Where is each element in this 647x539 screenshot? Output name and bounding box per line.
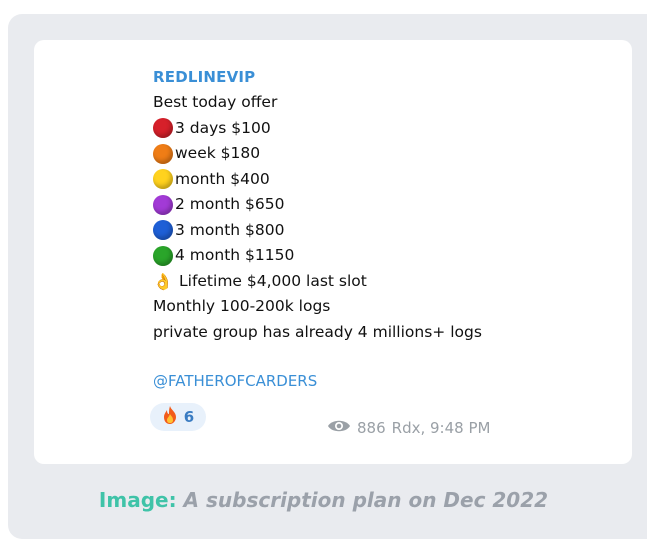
message-meta: 886 Rdx, 9:48 PM [327, 418, 490, 438]
message-body: REDLINEVIP Best today offer 3 days $100 … [153, 66, 613, 394]
yellow-circle-icon [153, 169, 173, 190]
message-line-lifetime: 👌 Lifetime $4,000 last slot [153, 269, 613, 295]
eye-icon [327, 418, 351, 438]
message-line-week: week $180 [153, 141, 613, 167]
caption-text: A subscription plan on Dec 2022 [183, 488, 549, 512]
line-text: 2 month $650 [175, 195, 285, 213]
fire-icon [162, 406, 178, 428]
line-text: 3 month $800 [175, 220, 285, 239]
message-line-3month: 3 month $800 [153, 218, 613, 244]
blue-circle-icon [153, 220, 173, 241]
line-text: private group has already 4 millions+ lo… [153, 322, 482, 341]
line-text: Monthly 100-200k logs [153, 297, 331, 315]
mention-link[interactable]: @FATHEROFCARDERS [153, 370, 613, 394]
message-line-monthly: Monthly 100-200k logs [153, 294, 613, 320]
view-count: 886 [357, 419, 386, 437]
line-text: Best today offer [153, 93, 278, 111]
message-line-month: month $400 [153, 167, 613, 193]
message-line-2month: 2 month $650 [153, 192, 613, 218]
line-text: 4 month $1150 [175, 246, 295, 264]
message-line-4month: 4 month $1150 [153, 243, 613, 269]
ok-hand-icon: 👌 [153, 271, 173, 291]
message-line-3days: 3 days $100 [153, 116, 613, 142]
message-line-offer: Best today offer [153, 90, 613, 116]
purple-circle-icon [153, 194, 173, 215]
line-text: week $180 [175, 144, 261, 162]
red-circle-icon [153, 118, 173, 139]
sender-name[interactable]: REDLINEVIP [153, 66, 613, 90]
message-line-private: private group has already 4 millions+ lo… [153, 320, 613, 346]
line-text: 3 days $100 [175, 118, 271, 137]
image-caption: Image: A subscription plan on Dec 2022 [0, 488, 647, 512]
green-circle-icon [153, 245, 173, 266]
reaction-button[interactable]: 6 [150, 403, 206, 431]
author-time: Rdx, 9:48 PM [391, 419, 491, 437]
reaction-count: 6 [183, 408, 195, 426]
line-text: Lifetime $4,000 last slot [179, 271, 367, 290]
orange-circle-icon [153, 143, 173, 164]
caption-label: Image: [98, 488, 177, 512]
line-text: month $400 [175, 169, 270, 188]
